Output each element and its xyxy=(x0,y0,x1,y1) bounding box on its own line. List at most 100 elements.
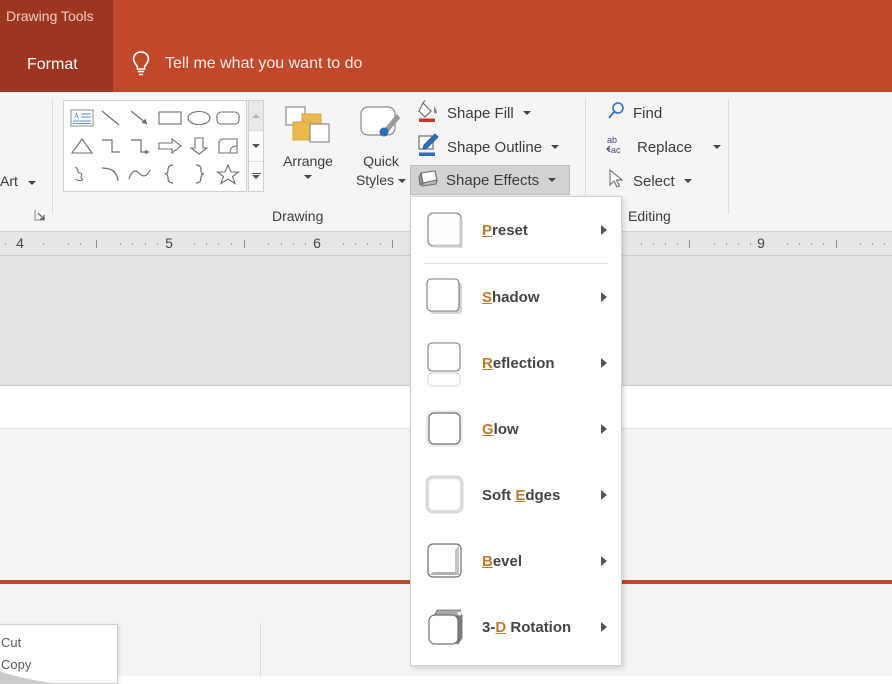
chevron-down-icon[interactable] xyxy=(304,175,312,179)
ruler-minor-tick xyxy=(665,243,666,245)
ruler-tick xyxy=(244,240,245,248)
shape-outline-label: Shape Outline xyxy=(447,139,542,156)
menu-item-soft-edges-label: Soft Edges xyxy=(482,487,560,504)
ruler-minor-tick xyxy=(799,243,800,245)
menu-item-glow[interactable]: Glow xyxy=(411,396,621,462)
chevron-down-icon[interactable] xyxy=(684,179,692,183)
menu-item-reflection[interactable]: Reflection xyxy=(411,330,621,396)
chevron-down-icon[interactable] xyxy=(713,145,721,149)
text-box-shape[interactable]: A xyxy=(67,104,96,132)
right-brace-shape[interactable] xyxy=(184,160,213,188)
shapes-gallery-scrollbar[interactable] xyxy=(248,100,264,192)
reflection-effect-icon xyxy=(424,342,466,384)
wordart-label[interactable]: Art xyxy=(0,173,18,189)
tell-me-placeholder-text: Tell me what you want to do xyxy=(165,55,362,73)
ruler-tick xyxy=(96,240,97,248)
tell-me-search[interactable]: Tell me what you want to do xyxy=(130,50,362,78)
ruler-minor-tick xyxy=(206,243,207,245)
svg-text:A: A xyxy=(74,112,79,120)
menu-item-bevel[interactable]: Bevel xyxy=(411,528,621,594)
submenu-arrow-icon[interactable] xyxy=(601,556,607,566)
shape-fill-label: Shape Fill xyxy=(447,105,514,122)
arrange-button[interactable]: Arrange xyxy=(275,100,341,179)
shape-effects-button[interactable]: Shape Effects xyxy=(410,165,570,195)
menu-item-shadow[interactable]: Shadow xyxy=(411,264,621,330)
submenu-arrow-icon[interactable] xyxy=(601,225,607,235)
ruler-minor-tick xyxy=(811,243,812,245)
search-icon xyxy=(606,101,626,126)
submenu-arrow-icon[interactable] xyxy=(601,358,607,368)
right-arrow-shape[interactable] xyxy=(155,132,184,160)
chevron-down-icon[interactable] xyxy=(523,111,531,115)
select-label: Select xyxy=(633,173,675,190)
quick-styles-label-line1: Quick xyxy=(363,152,399,171)
ruler-minor-tick xyxy=(872,243,873,245)
menu-item-soft-edges[interactable]: Soft Edges xyxy=(411,462,621,528)
context-menu[interactable]: Cut Copy xyxy=(0,624,118,684)
star-shape[interactable] xyxy=(214,160,243,188)
ruler-minor-tick xyxy=(726,243,727,245)
ruler-minor-tick xyxy=(132,243,133,245)
scribble-shape[interactable] xyxy=(67,160,96,188)
left-brace-shape[interactable] xyxy=(155,160,184,188)
ruler-minor-tick xyxy=(281,243,282,245)
shadow-effect-icon xyxy=(424,276,466,318)
elbow-connector-shape[interactable] xyxy=(96,132,125,160)
ruler-minor-tick xyxy=(293,243,294,245)
shape-effects-icon xyxy=(417,168,439,193)
menu-item-3d-rotation[interactable]: 3-D Rotation xyxy=(411,594,621,660)
oval-shape[interactable] xyxy=(184,104,213,132)
shape-fill-button[interactable]: Shape Fill xyxy=(412,98,537,128)
ruler-minor-tick xyxy=(305,243,306,245)
ruler-minor-tick xyxy=(68,243,69,245)
replace-icon: ab ac xyxy=(606,134,630,161)
chevron-down-icon[interactable] xyxy=(28,181,36,185)
rounded-rectangle-shape[interactable] xyxy=(214,104,243,132)
arrow-shape[interactable] xyxy=(126,104,155,132)
select-button[interactable]: Select xyxy=(600,166,698,196)
ruler-tick xyxy=(836,240,837,248)
chevron-down-icon[interactable] xyxy=(548,178,556,182)
contextual-tab-drawing-tools[interactable]: Drawing Tools Format xyxy=(0,0,113,92)
triangle-shape[interactable] xyxy=(67,132,96,160)
submenu-arrow-icon[interactable] xyxy=(601,622,607,632)
more-shapes-icon[interactable] xyxy=(249,162,263,191)
quick-styles-button[interactable]: Quick Styles xyxy=(345,100,417,190)
elbow-arrow-connector-shape[interactable] xyxy=(126,132,155,160)
rectangle-shape[interactable] xyxy=(155,104,184,132)
shapes-gallery[interactable]: A xyxy=(63,100,247,192)
replace-label: Replace xyxy=(637,139,692,156)
quick-styles-icon xyxy=(356,100,406,152)
arc-shape[interactable] xyxy=(96,160,125,188)
dialog-launcher-icon[interactable] xyxy=(33,208,47,222)
preset-effect-icon xyxy=(424,209,466,251)
menu-item-preset[interactable]: Preset xyxy=(411,197,621,263)
wave-shape[interactable] xyxy=(126,160,155,188)
context-menu-item-cut[interactable]: Cut xyxy=(1,635,21,650)
submenu-arrow-icon[interactable] xyxy=(601,490,607,500)
find-button[interactable]: Find xyxy=(600,98,668,128)
scroll-down-icon[interactable] xyxy=(249,131,263,161)
folded-corner-shape[interactable] xyxy=(214,132,243,160)
rotation-3d-effect-icon xyxy=(424,606,466,648)
ruler-minor-tick xyxy=(120,243,121,245)
chevron-down-icon[interactable] xyxy=(398,179,406,183)
shape-outline-button[interactable]: Shape Outline xyxy=(412,132,565,162)
replace-button[interactable]: ab ac Replace xyxy=(600,132,727,162)
down-arrow-shape[interactable] xyxy=(184,132,213,160)
ruler-minor-tick xyxy=(714,243,715,245)
svg-text:ac: ac xyxy=(611,145,621,155)
line-shape[interactable] xyxy=(96,104,125,132)
chevron-down-icon[interactable] xyxy=(551,145,559,149)
submenu-arrow-icon[interactable] xyxy=(601,292,607,302)
arrange-icon xyxy=(283,100,333,152)
shape-effects-dropdown-menu[interactable]: Preset Shadow Reflection xyxy=(410,196,622,666)
bevel-effect-icon xyxy=(424,540,466,582)
ruler-minor-tick xyxy=(343,243,344,245)
scroll-up-icon[interactable] xyxy=(249,101,263,131)
contextual-tab-group-label: Drawing Tools xyxy=(6,8,94,24)
ruler-minor-tick xyxy=(823,243,824,245)
tab-format[interactable]: Format xyxy=(27,56,78,74)
submenu-arrow-icon[interactable] xyxy=(601,424,607,434)
group-label-editing: Editing xyxy=(628,208,671,224)
